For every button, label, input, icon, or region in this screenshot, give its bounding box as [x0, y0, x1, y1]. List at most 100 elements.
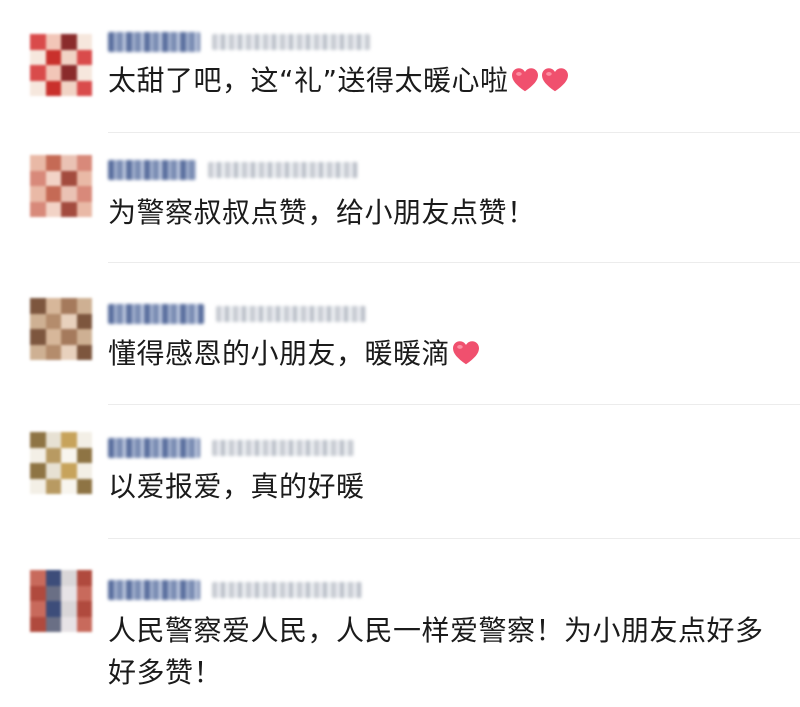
- avatar-mosaic-cell: [30, 463, 46, 479]
- avatar-mosaic-cell: [61, 186, 77, 202]
- avatar-mosaic-cell: [76, 570, 92, 586]
- avatar-mosaic-cell: [30, 329, 46, 345]
- avatar-mosaic-cell: [30, 478, 46, 494]
- heart-icon: [541, 68, 568, 92]
- avatar-mosaic-cell: [76, 601, 92, 617]
- avatar-mosaic-cell: [45, 298, 62, 314]
- avatar-mosaic-cell: [45, 34, 62, 50]
- avatar-mosaic-cell: [45, 80, 62, 96]
- comment-text-wrap: 懂得感恩的小朋友，暖暖滴: [108, 333, 788, 375]
- avatar-mosaic-cell: [76, 65, 92, 81]
- heart-icon: [453, 341, 480, 365]
- emoji-group: [450, 337, 480, 370]
- avatar-mosaic-cell: [30, 201, 46, 217]
- avatar-mosaic-cell: [76, 298, 92, 314]
- avatar-mosaic-cell: [76, 616, 92, 632]
- timestamp-blurred: [212, 440, 354, 456]
- avatar-mosaic-cell: [61, 313, 77, 330]
- divider: [108, 404, 800, 405]
- avatar-mosaic-cell: [45, 170, 62, 187]
- avatar-mosaic-cell: [61, 65, 77, 81]
- avatar-mosaic-cell: [30, 432, 46, 448]
- avatar-mosaic-cell: [61, 447, 77, 464]
- nickname-blurred[interactable]: [108, 580, 200, 600]
- avatar-mosaic-cell: [76, 478, 92, 494]
- nickname-blurred[interactable]: [108, 438, 200, 458]
- avatar-mosaic-cell: [61, 329, 77, 345]
- avatar[interactable]: [30, 432, 92, 494]
- avatar-mosaic-cell: [45, 313, 62, 330]
- avatar-mosaic-cell: [76, 329, 92, 345]
- avatar-mosaic-cell: [61, 49, 77, 66]
- comment-text: 为警察叔叔点赞，给小朋友点赞！: [108, 196, 536, 229]
- avatar-mosaic-cell: [76, 313, 92, 330]
- avatar[interactable]: [30, 34, 92, 96]
- avatar[interactable]: [30, 298, 92, 360]
- comment-text-wrap: 为警察叔叔点赞，给小朋友点赞！: [108, 192, 788, 234]
- avatar-mosaic-cell: [61, 201, 77, 217]
- avatar-mosaic-cell: [76, 155, 92, 171]
- avatar-mosaic-cell: [45, 65, 62, 81]
- avatar-mosaic-cell: [30, 344, 46, 360]
- avatar-mosaic-cell: [45, 329, 62, 345]
- avatar-mosaic-cell: [76, 201, 92, 217]
- avatar-mosaic-cell: [30, 447, 46, 464]
- avatar-mosaic-cell: [61, 170, 77, 187]
- avatar-mosaic-cell: [61, 155, 77, 171]
- avatar-mosaic-cell: [45, 432, 62, 448]
- avatar-mosaic-cell: [30, 80, 46, 96]
- avatar-mosaic-cell: [30, 570, 46, 586]
- avatar-mosaic-cell: [76, 585, 92, 602]
- heart-icon: [511, 68, 538, 92]
- avatar-mosaic-cell: [76, 463, 92, 479]
- avatar-mosaic-cell: [61, 432, 77, 448]
- avatar-mosaic-cell: [30, 49, 46, 66]
- avatar-mosaic-cell: [30, 601, 46, 617]
- avatar-mosaic-cell: [76, 170, 92, 187]
- avatar-mosaic-cell: [45, 49, 62, 66]
- timestamp-blurred: [212, 582, 362, 598]
- avatar-mosaic-cell: [76, 34, 92, 50]
- avatar-mosaic-cell: [45, 478, 62, 494]
- avatar-mosaic-cell: [76, 186, 92, 202]
- avatar-mosaic-cell: [61, 585, 77, 602]
- avatar-mosaic-cell: [45, 344, 62, 360]
- avatar-mosaic-cell: [61, 80, 77, 96]
- avatar[interactable]: [30, 570, 92, 632]
- avatar-mosaic-cell: [76, 447, 92, 464]
- nickname-blurred[interactable]: [108, 304, 204, 324]
- avatar-mosaic-cell: [76, 344, 92, 360]
- avatar-mosaic-cell: [30, 170, 46, 187]
- avatar-mosaic-cell: [45, 616, 62, 632]
- comment-text: 人民警察爱人民，人民一样爱警察！为小朋友点好多好多赞！: [108, 614, 764, 689]
- avatar-mosaic-cell: [30, 616, 46, 632]
- comment-text: 以爱报爱，真的好暖: [108, 470, 365, 503]
- avatar-mosaic-cell: [61, 616, 77, 632]
- avatar[interactable]: [30, 155, 92, 217]
- comment-text: 太甜了吧，这“礼”送得太暖心啦: [108, 64, 509, 97]
- divider: [108, 538, 800, 539]
- avatar-mosaic-cell: [61, 478, 77, 494]
- avatar-mosaic-cell: [61, 344, 77, 360]
- comment-text-wrap: 太甜了吧，这“礼”送得太暖心啦: [108, 60, 788, 102]
- avatar-mosaic-cell: [76, 49, 92, 66]
- comment-text: 懂得感恩的小朋友，暖暖滴: [108, 337, 451, 370]
- nickname-blurred[interactable]: [108, 160, 196, 180]
- timestamp-blurred: [212, 34, 370, 50]
- avatar-mosaic-cell: [45, 570, 62, 586]
- comment-text-wrap: 人民警察爱人民，人民一样爱警察！为小朋友点好多好多赞！: [108, 610, 788, 694]
- avatar-mosaic-cell: [45, 201, 62, 217]
- avatar-mosaic-cell: [30, 186, 46, 202]
- avatar-mosaic-cell: [45, 463, 62, 479]
- avatar-mosaic-cell: [30, 585, 46, 602]
- avatar-mosaic-cell: [76, 80, 92, 96]
- avatar-mosaic-cell: [45, 155, 62, 171]
- timestamp-blurred: [216, 306, 366, 322]
- avatar-mosaic-cell: [30, 65, 46, 81]
- avatar-mosaic-cell: [45, 186, 62, 202]
- nickname-blurred[interactable]: [108, 32, 200, 52]
- avatar-mosaic-cell: [45, 447, 62, 464]
- avatar-mosaic-cell: [76, 432, 92, 448]
- comment-list: 太甜了吧，这“礼”送得太暖心啦 为警察叔叔点赞，给小朋友点赞！ 懂得感恩的小朋友…: [0, 0, 800, 707]
- avatar-mosaic-cell: [30, 155, 46, 171]
